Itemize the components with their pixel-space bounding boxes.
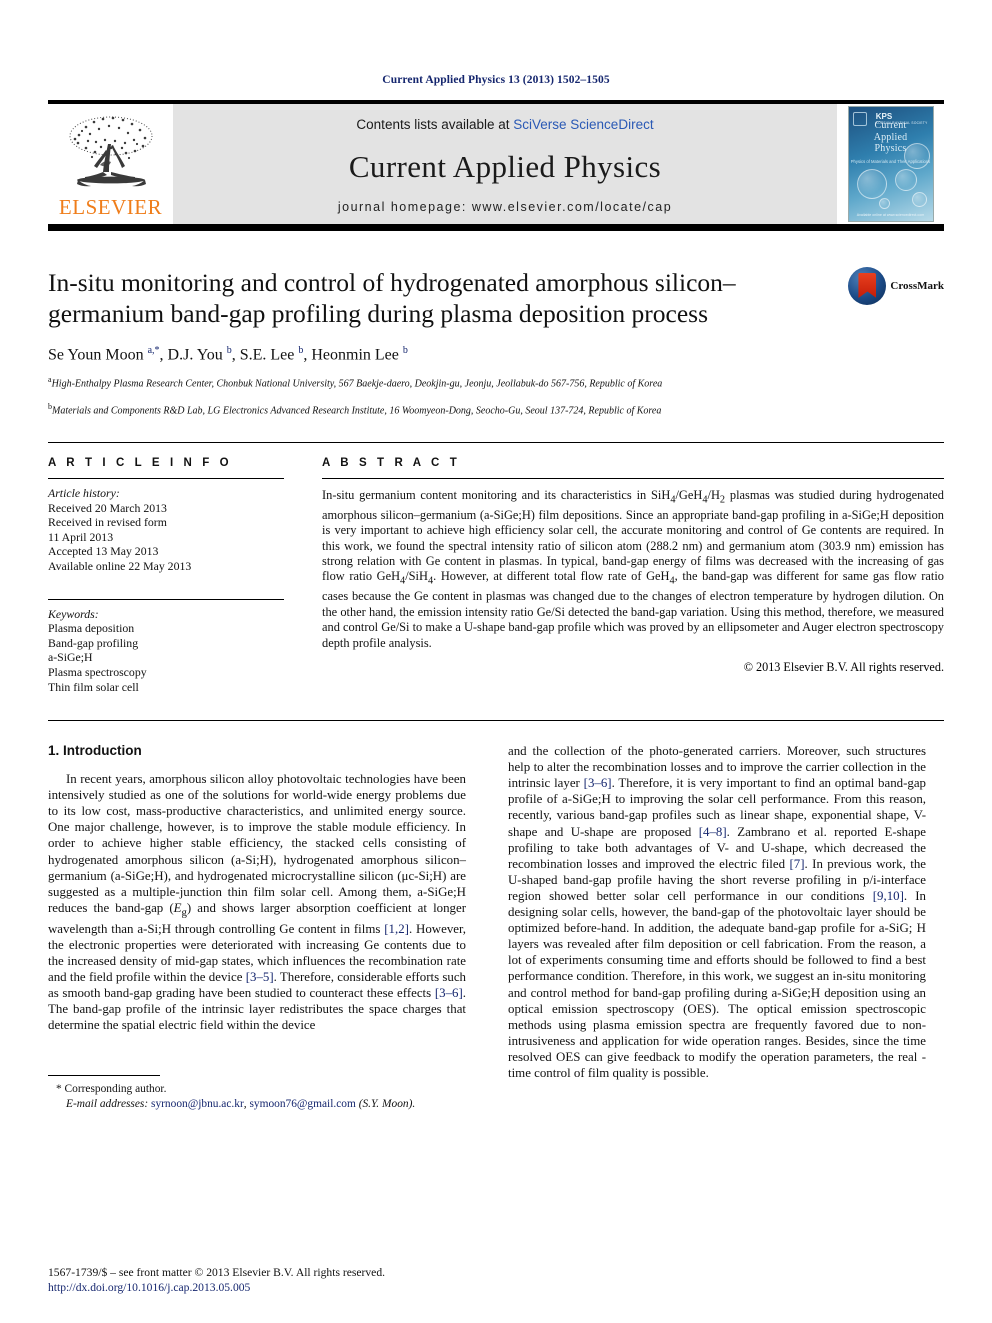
history-item: Received 20 March 2013	[48, 500, 167, 515]
corresponding-author-footnote: * Corresponding author. E-mail addresses…	[48, 1075, 466, 1111]
article-info-heading: A R T I C L E I N F O	[48, 456, 233, 469]
cover-footer: Available online at www.sciencedirect.co…	[856, 213, 925, 217]
cover-title-line2: Applied	[873, 131, 908, 143]
body-columns: 1. Introduction In recent years, amorpho…	[48, 720, 944, 1111]
cover-bubble-icon	[856, 169, 887, 199]
abstract-copyright: © 2013 Elsevier B.V. All rights reserved…	[743, 659, 944, 674]
page-footer: 1567-1739/$ – see front matter © 2013 El…	[48, 1265, 385, 1295]
info-abstract-row: A R T I C L E I N F O Article history: R…	[48, 441, 944, 694]
body-column-left: 1. Introduction In recent years, amorpho…	[48, 743, 466, 1111]
history-item: Available online 22 May 2013	[48, 558, 192, 573]
email-link-2[interactable]: symoon76@gmail.com	[249, 1098, 355, 1110]
issn-copyright-line: 1567-1739/$ – see front matter © 2013 El…	[48, 1266, 386, 1279]
crossmark-label: CrossMark	[890, 280, 944, 292]
history-item: Received in revised form	[48, 515, 167, 530]
article-history-label: Article history:	[48, 485, 120, 500]
corresponding-author-note: * Corresponding author.	[56, 1083, 167, 1096]
keyword-item: Thin film solar cell	[48, 679, 139, 694]
doi-link[interactable]: http://dx.doi.org/10.1016/j.cap.2013.05.…	[48, 1280, 385, 1295]
body-column-right: and the collection of the photo-generate…	[508, 743, 926, 1111]
footnote-rule	[48, 1075, 160, 1077]
journal-cover-thumbnail[interactable]: KPS KOREAN PHYSICAL SOCIETY Current Appl…	[837, 104, 944, 224]
affiliation-b-text: Materials and Components R&D Lab, LG Ele…	[52, 405, 662, 417]
history-item: Accepted 13 May 2013	[48, 544, 159, 559]
cover-bubble-icon	[903, 143, 930, 169]
abstract-text: In-situ germanium content monitoring and…	[322, 487, 944, 650]
journal-title: Current Applied Physics	[348, 148, 662, 184]
history-item: 11 April 2013	[48, 529, 114, 544]
paper-page: Current Applied Physics 13 (2013) 1502–1…	[0, 0, 992, 1323]
keywords-label: Keywords:	[48, 606, 99, 621]
crossmark-icon	[848, 267, 887, 305]
elsevier-logo: ELSEVIER	[48, 104, 173, 224]
elsevier-wordmark: ELSEVIER	[58, 195, 163, 219]
email-suffix: (S.Y. Moon).	[358, 1097, 416, 1110]
email-link-1[interactable]: syrnoon@jbnu.ac.kr	[151, 1098, 244, 1110]
contents-available-line: Contents lists available at SciVerse Sci…	[356, 117, 653, 132]
contents-prefix: Contents lists available at	[356, 117, 514, 132]
section-heading-introduction: 1. Introduction	[48, 743, 142, 759]
cover-bubble-icon	[894, 169, 917, 191]
abstract-heading: A B S T R A C T	[322, 456, 461, 469]
journal-homepage-link[interactable]: journal homepage: www.elsevier.com/locat…	[338, 200, 672, 214]
page-title: In-situ monitoring and control of hydrog…	[48, 268, 736, 328]
keywords-list: Keywords: Plasma deposition Band-gap pro…	[48, 600, 284, 695]
cover-title-line1: Current	[874, 120, 907, 131]
keyword-item: Band-gap profiling	[48, 635, 139, 650]
intro-paragraph-right: and the collection of the photo-generate…	[508, 744, 927, 1080]
intro-paragraph-left: In recent years, amorphous silicon alloy…	[48, 772, 467, 1033]
running-head: Current Applied Physics 13 (2013) 1502–1…	[382, 74, 610, 86]
elsevier-tree-icon	[69, 116, 152, 187]
cover-bubble-icon	[878, 198, 890, 209]
author-list: Se Youn Moon a,*, D.J. You b, S.E. Lee b…	[48, 345, 408, 364]
journal-masthead: ELSEVIER Contents lists available at Sci…	[48, 100, 944, 231]
affiliation-a: aHigh-Enthalpy Plasma Research Center, C…	[48, 375, 663, 390]
abstract-column: A B S T R A C T In-situ germanium conten…	[322, 457, 944, 694]
email-label: E-mail addresses:	[66, 1097, 149, 1110]
cover-image: KPS KOREAN PHYSICAL SOCIETY Current Appl…	[847, 106, 934, 222]
masthead-center-band: Contents lists available at SciVerse Sci…	[173, 104, 837, 224]
keyword-item: a-SiGe;H	[48, 650, 93, 665]
sciencedirect-link[interactable]: SciVerse ScienceDirect	[513, 117, 653, 132]
affiliation-a-text: High-Enthalpy Plasma Research Center, Ch…	[51, 378, 663, 390]
email-addresses-line: E-mail addresses: syrnoon@jbnu.ac.kr, sy…	[48, 1097, 466, 1112]
cover-bubble-icon	[911, 192, 927, 207]
keyword-item: Plasma deposition	[48, 621, 135, 636]
affiliation-b: bMaterials and Components R&D Lab, LG El…	[48, 402, 662, 417]
article-title-block: CrossMark In-situ monitoring and control…	[48, 267, 944, 418]
keyword-item: Plasma spectroscopy	[48, 664, 147, 679]
keywords-block: Keywords: Plasma deposition Band-gap pro…	[48, 598, 284, 695]
article-info-column: A R T I C L E I N F O Article history: R…	[48, 457, 284, 694]
article-history-block: Article history: Received 20 March 2013 …	[48, 479, 284, 574]
crossmark-badge[interactable]: CrossMark	[848, 267, 944, 305]
